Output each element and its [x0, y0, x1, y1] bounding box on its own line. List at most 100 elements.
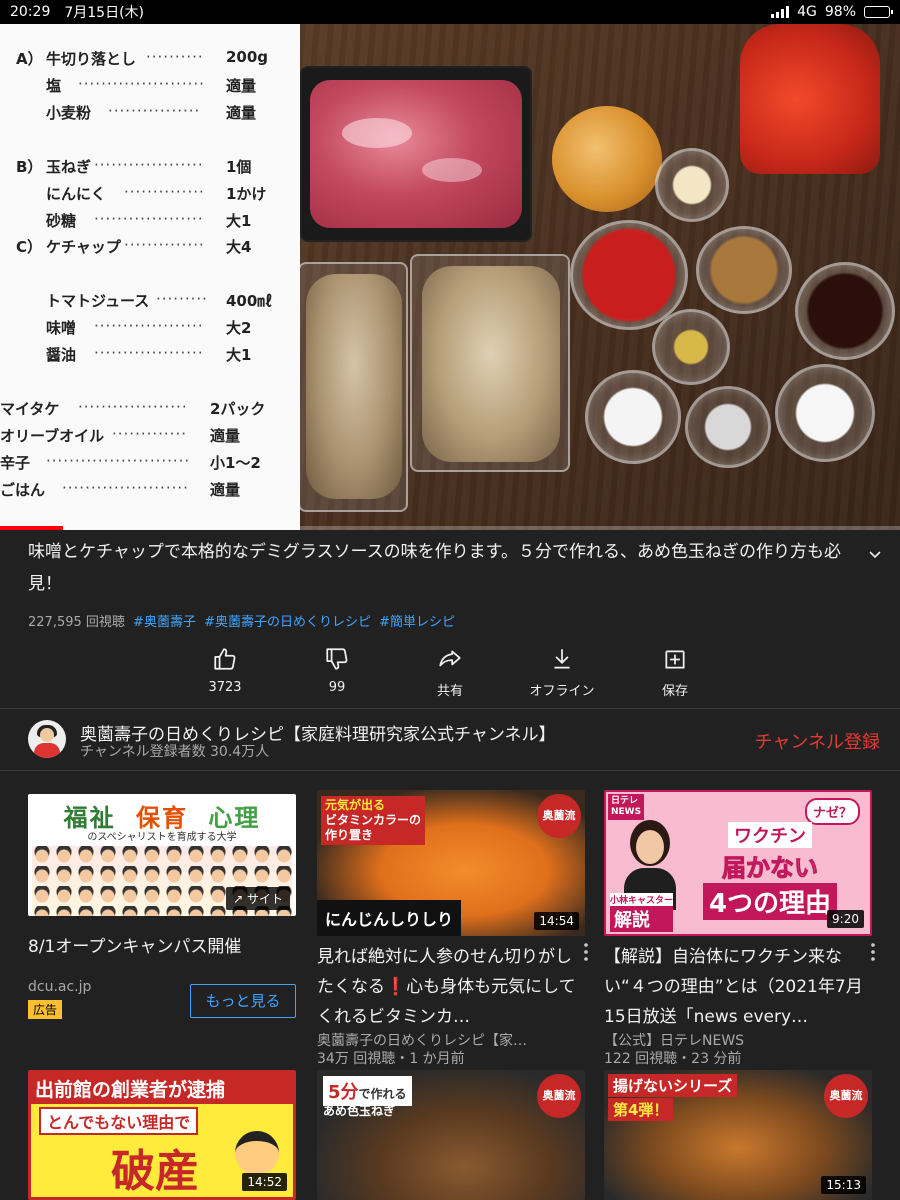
thumbs-up-icon: [214, 648, 236, 670]
ingredient-row: ごはん ······················ 適量: [0, 479, 241, 499]
more-options-icon[interactable]: [866, 942, 880, 962]
network-type: 4G: [797, 4, 817, 20]
avatar[interactable]: [28, 720, 66, 758]
brand-badge: 奥薗流: [824, 1074, 868, 1118]
ingredient-row: 醤油 ··················· 大1: [46, 344, 252, 364]
meat-tray: [300, 66, 532, 242]
divider: [0, 770, 900, 771]
tomato-juice-jar: [740, 24, 880, 174]
status-right: 4G 98%: [771, 4, 893, 20]
hashtag[interactable]: #奥薗壽子の日めくりレシピ: [204, 615, 371, 630]
maitake-tray-left: [298, 262, 408, 512]
ad-card[interactable]: 福祉 保育 心理 のスペシャリストを育成する大学 ↗ サイト 8/1オープンキャ…: [28, 794, 298, 1019]
download-icon: [554, 649, 570, 669]
thumb-caption: にんじんしりしり: [317, 900, 462, 936]
video-thumbnail[interactable]: 元気が出る ビタミンカラーの 作り置き 奥薗流 にんじんしりしり 14:54: [317, 790, 585, 936]
card-title[interactable]: 【解説】自治体にワクチン来ない“４つの理由”とは（2021年7月15日放送「ne…: [604, 942, 874, 1032]
ingredient-row: 砂糖 ··················· 大1: [46, 210, 252, 230]
learn-more-button[interactable]: もっと見る: [190, 984, 296, 1018]
ingredient-row: 塩 ······················ 適量: [46, 75, 257, 95]
card-channel[interactable]: 奥薗壽子の日めくりレシピ【家…: [317, 1032, 587, 1050]
video-thumbnail[interactable]: 揚げないシリーズ 第4弾！ 奥薗流 15:13: [604, 1070, 872, 1200]
battery-icon: [864, 6, 893, 18]
video-frame: [298, 24, 900, 530]
mustard-bowl: [652, 309, 730, 385]
video-duration: 14:54: [534, 912, 579, 930]
save-label: 保存: [661, 684, 688, 699]
status-date: 7月15日(木): [64, 5, 145, 21]
soy-sauce-bowl: [795, 262, 895, 360]
garlic-bowl: [655, 148, 729, 222]
hashtag[interactable]: #奥薗壽子: [133, 615, 196, 630]
battery-percent: 98%: [824, 4, 856, 20]
maitake-tray-right: [410, 254, 570, 472]
sugar-bowl: [775, 364, 875, 462]
chevron-down-icon[interactable]: [868, 548, 882, 562]
site-badge: ↗ サイト: [226, 887, 290, 910]
onion: [552, 106, 662, 212]
share-label: 共有: [436, 684, 463, 699]
like-button[interactable]: 3723: [180, 646, 270, 695]
salt-bowl: [685, 386, 771, 468]
channel-row: 奥薗壽子の日めくりレシピ【家庭料理研究家公式チャンネル】 チャンネル登録者数 3…: [0, 716, 900, 766]
ingredient-row: 小麦粉 ················ 適量: [46, 102, 257, 122]
video-duration: 14:52: [242, 1173, 287, 1191]
share-icon: [439, 650, 461, 667]
thumbs-down-icon: [326, 648, 348, 670]
thumb-subtitle: のスペシャリストを育成する大学: [87, 832, 237, 843]
download-label: オフライン: [529, 684, 595, 699]
video-card[interactable]: 5分で作れる あめ色玉ねぎ 奥薗流: [317, 1070, 587, 1200]
ingredient-row: A） 牛切り落とし ·········· 200g: [16, 48, 269, 68]
view-count: 227,595 回視聴: [28, 615, 125, 630]
download-button[interactable]: オフライン: [517, 646, 607, 699]
video-actions: 3723 99 共有 オフライン 保存: [0, 646, 900, 699]
ad-thumbnail[interactable]: 福祉 保育 心理 のスペシャリストを育成する大学 ↗ サイト: [28, 794, 296, 916]
video-card[interactable]: 出前館の創業者が逮捕 とんでもない理由で 破産 14:52: [28, 1070, 298, 1200]
thumb-headline: 出前館の創業者が逮捕: [31, 1073, 293, 1104]
video-progress-bar[interactable]: [0, 526, 900, 530]
video-thumbnail[interactable]: 日テレ NEWS ナゼ？ ワクチン 届かない 4つの理由 小林キャスター 解説 9…: [604, 790, 872, 936]
card-title[interactable]: 見れば絶対に人参のせん切りがしたくなる❗️心も身体も元気にしてくれるビタミンカ…: [317, 942, 587, 1032]
save-button[interactable]: 保存: [630, 646, 720, 699]
miso-bowl: [696, 226, 792, 314]
video-card[interactable]: 元気が出る ビタミンカラーの 作り置き 奥薗流 にんじんしりしり 14:54 見…: [317, 790, 588, 1068]
ad-badge: 広告: [28, 1000, 63, 1019]
card-stats: 122 回視聴・23 分前: [604, 1051, 742, 1067]
ingredient-row: 辛子 ························· 小1〜2: [0, 452, 261, 472]
video-thumbnail[interactable]: 5分で作れる あめ色玉ねぎ 奥薗流: [317, 1070, 585, 1200]
share-button[interactable]: 共有: [405, 646, 495, 699]
card-channel[interactable]: 【公式】日テレNEWS: [604, 1032, 874, 1050]
ingredient-row: トマトジュース ········· 400㎖: [46, 290, 273, 310]
flour-bowl: [585, 370, 681, 464]
save-playlist-icon: [665, 650, 685, 669]
dislike-count: 99: [328, 680, 346, 695]
dislike-button[interactable]: 99: [292, 646, 382, 695]
ingredient-row: C） ケチャップ ·············· 大4: [16, 236, 252, 256]
card-stats: 34万 回視聴・1 か月前: [317, 1051, 465, 1067]
thumb-label: 元気が出る ビタミンカラーの 作り置き: [321, 796, 426, 845]
status-bar: 20:29 7月15日(木) 4G 98%: [0, 0, 900, 24]
video-progress-fill: [0, 526, 63, 530]
ingredient-row: オリーブオイル ············· 適量: [0, 425, 241, 445]
card-title[interactable]: 8/1オープンキャンパス開催: [28, 932, 298, 978]
thumb-sub: あめ色玉ねぎ: [323, 1104, 396, 1118]
thumb-big: 破産: [111, 1146, 199, 1197]
video-card[interactable]: 揚げないシリーズ 第4弾！ 奥薗流 15:13: [604, 1070, 874, 1200]
ingredients-list: A） 牛切り落とし ·········· 200g 塩 ················…: [0, 24, 300, 530]
character-illustration: [235, 1131, 279, 1175]
hashtag[interactable]: #簡単レシピ: [379, 615, 455, 630]
ingredient-row: B） 玉ねぎ ··················· 1個: [16, 156, 252, 176]
video-duration: 15:13: [821, 1176, 866, 1194]
subscribe-button[interactable]: チャンネル登録: [755, 728, 880, 754]
brand-badge: 奥薗流: [537, 794, 581, 838]
ingredient-row: にんにく ·············· 1かけ: [46, 183, 267, 203]
video-card[interactable]: 日テレ NEWS ナゼ？ ワクチン 届かない 4つの理由 小林キャスター 解説 9…: [604, 790, 875, 1068]
video-thumbnail[interactable]: 出前館の創業者が逮捕 とんでもない理由で 破産 14:52: [28, 1070, 296, 1200]
divider: [0, 708, 900, 709]
more-options-icon[interactable]: [579, 942, 593, 962]
video-description: 味噌とケチャップで本格的なデミグラスソースの味を作ります。５分で作れる、あめ色玉…: [28, 542, 841, 594]
video-player[interactable]: A） 牛切り落とし ·········· 200g 塩 ················…: [0, 24, 900, 530]
thumb-role: 小林キャスター 解説: [610, 893, 674, 932]
thumb-sub: とんでもない理由で: [39, 1107, 199, 1135]
news-logo: 日テレ NEWS: [608, 794, 645, 820]
